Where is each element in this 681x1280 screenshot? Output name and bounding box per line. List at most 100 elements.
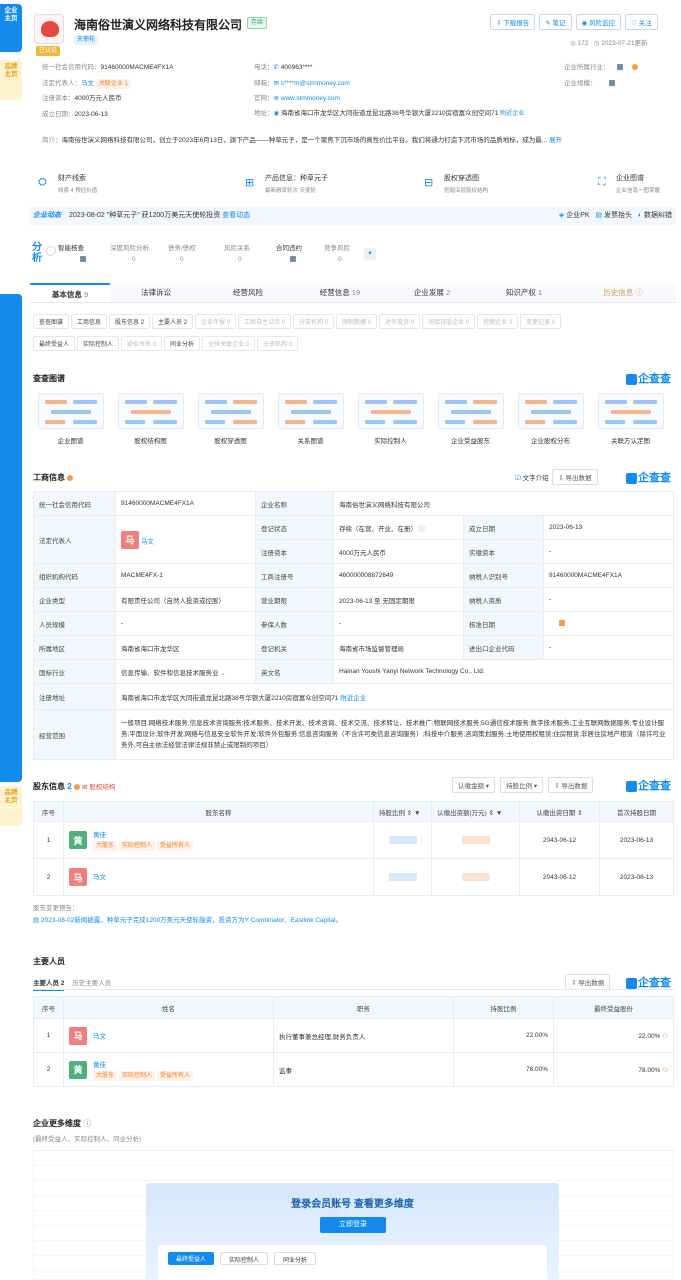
nearby-link[interactable]: 附近企业 xyxy=(500,111,524,117)
lock-icon[interactable] xyxy=(388,873,417,881)
role-tag[interactable]: 大股东 xyxy=(93,1070,118,1081)
legal-rep-link[interactable]: 马文 xyxy=(141,538,154,545)
lock-icon[interactable] xyxy=(388,836,417,844)
graph-item-0[interactable]: 企业图谱 xyxy=(33,393,108,445)
cell-industry[interactable]: 信息传输、软件和信息技术服务业 ⌄ xyxy=(115,659,256,684)
preview-tab-industry[interactable]: 同业分析 xyxy=(274,1252,317,1265)
shareholder-link[interactable]: 黄佳 xyxy=(93,829,195,839)
sidebar-tab-company[interactable]: 企业主页 xyxy=(0,4,22,52)
shareholder-link[interactable]: 马文 xyxy=(93,871,106,881)
person-link[interactable]: 黄佳 xyxy=(93,1059,195,1069)
tab-history[interactable]: 历史信息 ⓘ xyxy=(570,283,676,302)
graph-item-3[interactable]: 关系图谱 xyxy=(273,393,348,445)
follow-button[interactable]: ♡ 关注 xyxy=(625,14,658,30)
sub-tab-0[interactable]: 查查图谱 xyxy=(33,314,70,329)
graph-item-1[interactable]: 股权结构图 xyxy=(113,393,188,445)
download-report-button[interactable]: ⇩ 下载报告 xyxy=(490,14,536,30)
phone-row: 电话：✆ 400963**** xyxy=(254,60,554,76)
text-intro-checkbox[interactable]: ☑ 文字介绍 xyxy=(515,475,549,482)
website-link[interactable]: www.stmmoney.com xyxy=(281,95,340,102)
pk-link[interactable]: 企业PK xyxy=(566,212,589,219)
analysis-items: 智能核查 深度风险分析 0 债务/债权 0 风险关系 0 合同违约 竞争风险 0 ▾ xyxy=(58,242,376,263)
news-link[interactable]: 查看动态 xyxy=(222,212,250,219)
sub-tab-2[interactable]: 股东信息 2 xyxy=(109,314,151,329)
capital-value: 4000万元人民币 xyxy=(74,95,122,102)
role-tag[interactable]: 大股东 xyxy=(93,841,118,851)
analysis-expand-button[interactable]: ▾ xyxy=(364,248,376,260)
role-tag[interactable]: 受益所有人 xyxy=(157,841,194,851)
note-link[interactable]: ▤ 2023-08-02新闻披露，种草元子完成1200万美元天使轮融资，投资方为… xyxy=(33,915,342,927)
role-tag[interactable]: 受益所有人 xyxy=(157,1070,194,1081)
tab-ip[interactable]: 知识产权 1 xyxy=(478,283,570,302)
graph-item-4[interactable]: 实际控制人 xyxy=(353,393,428,445)
col-header[interactable]: 持股比例 ⇕ ▼ xyxy=(373,801,432,822)
filter-amount-button[interactable]: 认缴金额 ▾ xyxy=(452,777,496,793)
chart-icon[interactable]: ⚇ xyxy=(662,1033,668,1040)
person-link[interactable]: 马文 xyxy=(93,1030,106,1040)
tab-operation-info[interactable]: 经营信息 19 xyxy=(294,283,386,302)
login-button[interactable]: 立即登录 xyxy=(320,1217,386,1233)
sub-tab-1[interactable]: 工商信息 xyxy=(71,314,108,329)
analysis-item-contract[interactable]: 合同违约 xyxy=(276,242,324,263)
role-tag[interactable]: 实际控制人 xyxy=(119,1070,156,1081)
feature-title-graph: 企业图谱 xyxy=(616,175,644,182)
analysis-item-risk[interactable]: 深度风险分析 0 xyxy=(110,242,168,263)
business-export-button[interactable]: ⇩ 导出数据 xyxy=(552,469,598,485)
analysis-item-debt[interactable]: 债务/债权 0 xyxy=(168,242,224,263)
tab-development[interactable]: 企业发展 2 xyxy=(386,283,478,302)
risk-monitor-button[interactable]: ◉ 风险监控 xyxy=(575,14,622,30)
lock-icon[interactable] xyxy=(461,873,490,881)
graph-item-7[interactable]: 关联方认定图 xyxy=(593,393,668,445)
sub-tab-3[interactable]: 主要人员 2 xyxy=(152,314,194,329)
tab-operation-risk[interactable]: 经营风险 xyxy=(202,283,294,302)
invoice-link[interactable]: 发票抬头 xyxy=(604,212,632,219)
analysis-item-competition[interactable]: 竞争风险 0 xyxy=(324,242,364,263)
data-error-link[interactable]: 数据纠错 xyxy=(644,212,672,219)
tab-legal[interactable]: 法律诉讼 xyxy=(110,283,202,302)
sub-tab-0[interactable]: 最终受益人 xyxy=(33,336,76,351)
tab-history-staff[interactable]: 历史主要人员 xyxy=(72,980,111,987)
lock-icon[interactable] xyxy=(461,836,490,844)
phone-value[interactable]: 400963**** xyxy=(281,64,313,71)
cell-ratio xyxy=(373,858,432,896)
filter-ratio-button[interactable]: 持股比例 ▾ xyxy=(500,777,544,793)
cell-label: 实缴资本 xyxy=(463,539,544,564)
email-link[interactable]: s****m@stmmoney.com xyxy=(281,80,350,87)
graph-item-6[interactable]: 企业股权分布 xyxy=(513,393,588,445)
tab-basic[interactable]: 基本信息 9 xyxy=(30,283,110,302)
graph-item-5[interactable]: 企业受益股东 xyxy=(433,393,508,445)
col-header[interactable]: 认缴出资日期 ⇕ xyxy=(519,801,600,822)
staff-export-button[interactable]: ⇩ 导出数据 xyxy=(565,974,611,990)
analysis-item-relation[interactable]: 风险关系 0 xyxy=(224,242,276,263)
chart-icon[interactable]: ⚇ xyxy=(662,1067,668,1074)
analysis-item-check[interactable]: 智能核查 xyxy=(58,242,110,263)
shareholder-export-button[interactable]: ⇩ 导出数据 xyxy=(548,777,594,793)
intro-expand-link[interactable]: 展开 xyxy=(549,137,562,144)
sub-tab-3[interactable]: 同业分析 xyxy=(164,336,201,351)
sidebar-tab-brand-bottom[interactable]: 品牌主页 xyxy=(0,786,22,826)
cell-label: 登记状态 xyxy=(255,515,334,540)
lock-icon[interactable] xyxy=(559,620,565,627)
role-tag[interactable]: 实际控制人 xyxy=(119,841,156,851)
legal-related-tag[interactable]: 关联企业 1 xyxy=(95,78,131,89)
sub-tab-1[interactable]: 实际控制人 xyxy=(77,336,120,351)
nearby-company-link[interactable]: 附近企业 xyxy=(340,695,366,702)
sidebar-home-tabs xyxy=(0,294,22,782)
cell-address: 海南省海口市龙华区大同街道龙昆北路38号华银大厦2210房宿富众创空间71 附近… xyxy=(115,683,674,710)
sidebar-home-tab[interactable] xyxy=(0,294,22,782)
more-sub: (最终受益人、实际控制人、同业分析) xyxy=(33,1136,142,1143)
preview-tab-controller[interactable]: 实际控制人 xyxy=(220,1252,269,1265)
lock-icon[interactable] xyxy=(616,64,623,71)
legal-link[interactable]: 马文 xyxy=(81,80,94,87)
note-button[interactable]: ✎ 笔记 xyxy=(539,14,572,30)
chevron-down-icon: ⌄ xyxy=(220,669,226,677)
equity-structure-link[interactable]: ⊞ 股权结构 xyxy=(82,784,115,791)
lotus-icon xyxy=(41,21,59,37)
cell-label: 核准日期 xyxy=(463,611,544,636)
sidebar-tab-brand[interactable]: 品牌主页 xyxy=(0,60,22,100)
col-header[interactable]: 认缴出资额(万元) ⇕ ▼ xyxy=(431,801,520,822)
shareholder-table: 序号 股东名称 持股比例 ⇕ ▼ 认缴出资额(万元) ⇕ ▼ 认缴出资日期 ⇕ … xyxy=(33,801,674,896)
graph-item-2[interactable]: 股权穿透图 xyxy=(193,393,268,445)
preview-tab-beneficiary[interactable]: 最终受益人 xyxy=(168,1252,215,1265)
lock-icon[interactable] xyxy=(609,79,616,86)
